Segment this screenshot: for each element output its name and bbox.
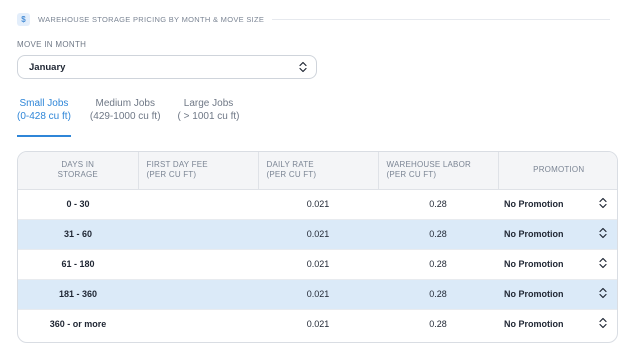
chevron-up-down-icon (599, 257, 607, 271)
days-cell: 31 - 60 (18, 219, 138, 249)
table-row: 61 - 180 0.021 0.28 No Promotion (18, 249, 617, 279)
table-row: 181 - 360 0.021 0.28 No Promotion (18, 279, 617, 309)
tab-small-jobs-title: Small Jobs (19, 98, 69, 109)
tab-medium-jobs-title: Medium Jobs (95, 98, 155, 109)
days-cell: 360 - or more (49, 319, 107, 330)
promotion-select[interactable]: No Promotion (498, 279, 617, 309)
promotion-value: No Promotion (504, 229, 564, 239)
promotion-select[interactable]: No Promotion (498, 219, 617, 249)
labor-cell: 0.28 (378, 219, 498, 249)
tab-large-jobs-range: ( > 1001 cu ft) (177, 111, 240, 122)
promotion-select[interactable]: No Promotion (498, 189, 617, 219)
job-size-tabs: Small Jobs (0-428 cu ft) Medium Jobs (42… (17, 97, 240, 137)
days-cell: 0 - 30 (66, 199, 90, 209)
table-row: 360 - or more 0.021 0.28 No Promotion (18, 309, 617, 339)
table-header-row: DAYS IN STORAGE FIRST DAY FEE (PER CU FT) … (18, 152, 617, 190)
move-in-month-value: January (29, 61, 66, 73)
header-first-day-fee: FIRST DAY FEE (PER CU FT) (138, 152, 259, 190)
daily-rate-cell: 0.021 (258, 219, 378, 249)
daily-rate-cell: 0.021 (306, 199, 330, 209)
labor-cell: 0.28 (429, 199, 447, 209)
promotion-value: No Promotion (504, 259, 564, 269)
daily-rate-cell: 0.021 (306, 319, 330, 330)
header-warehouse-labor: WAREHOUSE LABOR (PER CU FT) (378, 152, 499, 190)
chevron-up-down-icon (599, 197, 607, 211)
first-day-fee-cell (138, 309, 258, 339)
tab-medium-jobs-range: (429-1000 cu ft) (89, 111, 161, 122)
tab-medium-jobs[interactable]: Medium Jobs (429-1000 cu ft) (90, 97, 161, 137)
section-header: $ WAREHOUSE STORAGE PRICING BY MONTH & M… (17, 9, 610, 29)
header-divider (272, 18, 610, 20)
tab-large-jobs-title: Large Jobs (183, 98, 234, 109)
chevron-up-down-icon (299, 61, 307, 73)
promotion-select[interactable]: No Promotion (498, 309, 617, 339)
table-row: 0 - 30 0.021 0.28 No Promotion (18, 189, 617, 219)
chevron-up-down-icon (599, 287, 607, 301)
days-cell: 181 - 360 (18, 279, 138, 309)
first-day-fee-cell (138, 279, 258, 309)
first-day-fee-cell (138, 189, 258, 219)
move-in-month-label: MOVE IN MONTH (17, 40, 87, 49)
tab-large-jobs[interactable]: Large Jobs ( > 1001 cu ft) (178, 97, 240, 137)
promotion-select[interactable]: No Promotion (498, 249, 617, 279)
daily-rate-cell: 0.021 (258, 279, 378, 309)
dollar-icon: $ (17, 12, 30, 26)
header-promotion: PROMOTION (498, 152, 617, 190)
header-days-in-storage: DAYS IN STORAGE (18, 152, 139, 190)
first-day-fee-cell (138, 249, 258, 279)
section-title: WAREHOUSE STORAGE PRICING BY MONTH & MOV… (38, 14, 265, 24)
promotion-value: No Promotion (504, 289, 564, 299)
tab-small-jobs[interactable]: Small Jobs (0-428 cu ft) (17, 97, 71, 137)
header-daily-rate: DAILY RATE (PER CU FT) (258, 152, 379, 190)
labor-cell: 0.28 (429, 259, 447, 269)
daily-rate-cell: 0.021 (306, 259, 330, 269)
move-in-month-select[interactable]: January (17, 55, 317, 79)
pricing-table: DAYS IN STORAGE FIRST DAY FEE (PER CU FT) … (17, 151, 618, 343)
promotion-value: No Promotion (504, 199, 564, 209)
chevron-up-down-icon (599, 227, 607, 241)
labor-cell: 0.28 (429, 319, 447, 330)
first-day-fee-cell (138, 219, 258, 249)
tab-small-jobs-range: (0-428 cu ft) (17, 111, 71, 122)
promotion-value: No Promotion (504, 319, 564, 330)
chevron-up-down-icon (599, 317, 607, 331)
days-cell: 61 - 180 (61, 259, 95, 269)
table-row: 31 - 60 0.021 0.28 No Promotion (18, 219, 617, 249)
labor-cell: 0.28 (378, 279, 498, 309)
